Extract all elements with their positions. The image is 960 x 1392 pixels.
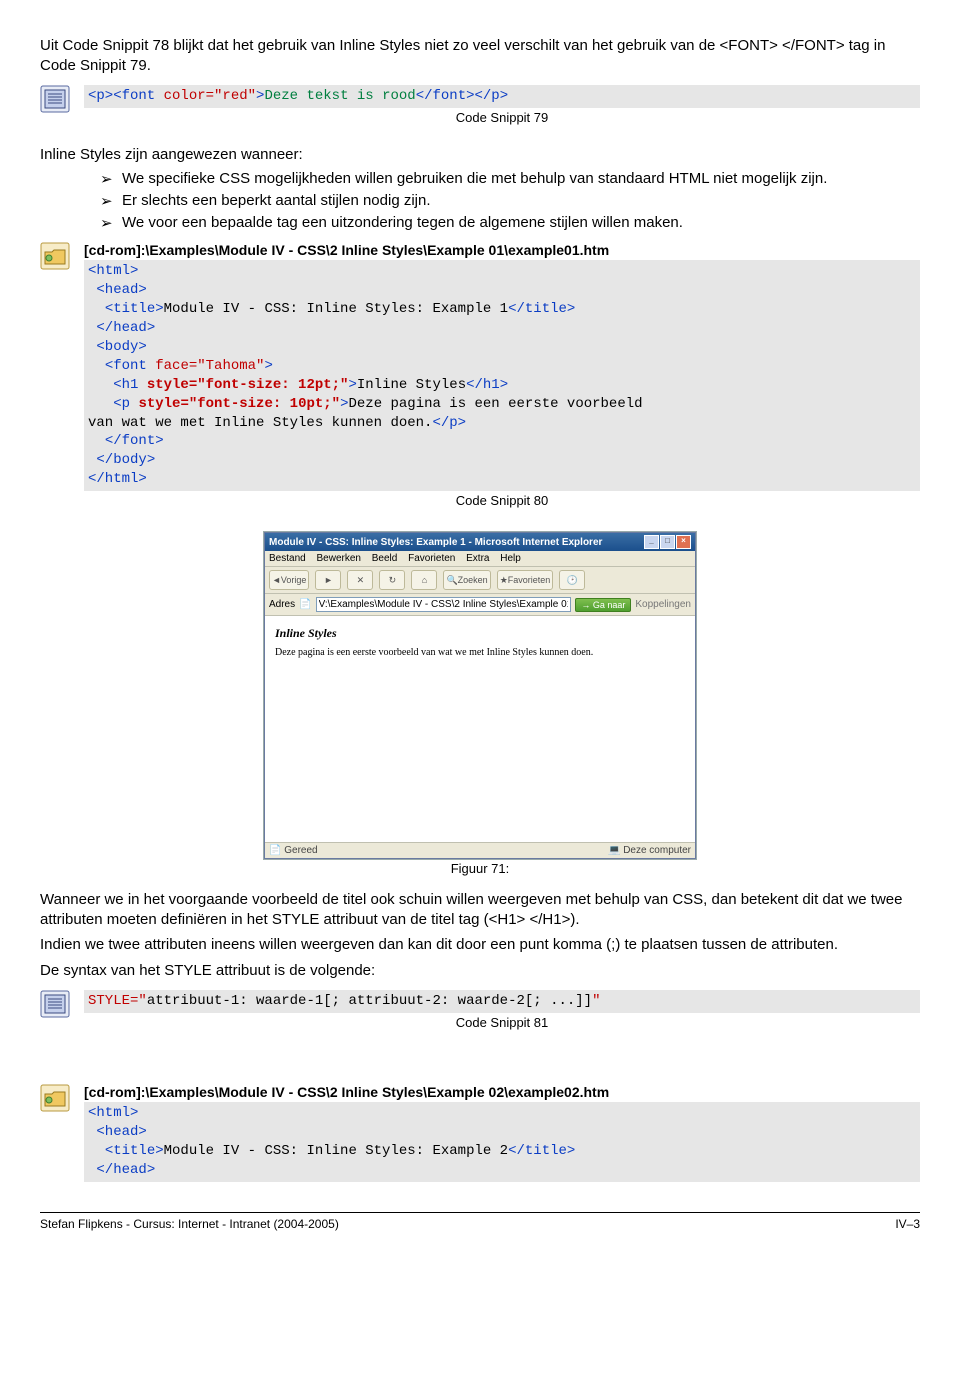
code-80-caption: Code Snippit 80 (84, 493, 920, 508)
go-button[interactable]: → Ga naar (575, 598, 631, 612)
favorites-button[interactable]: ★ Favorieten (497, 570, 554, 590)
close-icon[interactable]: × (676, 535, 691, 549)
status-left: 📄 Gereed (269, 845, 318, 856)
forward-button[interactable]: ► (315, 570, 341, 590)
maximize-icon[interactable]: □ (660, 535, 675, 549)
browser-window: Module IV - CSS: Inline Styles: Example … (264, 532, 696, 859)
example02-path: [cd-rom]:\Examples\Module IV - CSS\2 Inl… (84, 1084, 920, 1100)
minimize-icon[interactable]: _ (644, 535, 659, 549)
browser-titlebar: Module IV - CSS: Inline Styles: Example … (265, 533, 695, 551)
footer-right: IV–3 (895, 1217, 920, 1231)
menu-item[interactable]: Beeld (372, 553, 398, 564)
links-label[interactable]: Koppelingen (635, 599, 691, 610)
status-bar: 📄 Gereed 💻 Deze computer (265, 842, 695, 858)
search-button[interactable]: 🔍 Zoeken (443, 570, 490, 590)
history-button[interactable]: 🕑 (559, 570, 585, 590)
back-button[interactable]: ◄ Vorige (269, 570, 309, 590)
footer-left: Stefan Flipkens - Cursus: Internet - Int… (40, 1217, 339, 1231)
example01-path: [cd-rom]:\Examples\Module IV - CSS\2 Inl… (84, 242, 920, 258)
code-snippit-79: <p><font color="red">Deze tekst is rood<… (84, 85, 920, 108)
address-bar-row: Adres 📄 → Ga naar Koppelingen (265, 594, 695, 616)
menu-item[interactable]: Extra (466, 553, 489, 564)
paragraph-3: Wanneer we in het voorgaande voorbeeld d… (40, 890, 920, 929)
inline-styles-when: Inline Styles zijn aangewezen wanneer: (40, 145, 920, 165)
bullet-text: We specifieke CSS mogelijkheden willen g… (122, 170, 920, 188)
intro-paragraph: Uit Code Snippit 78 blijkt dat het gebru… (40, 36, 920, 75)
folder-icon (40, 242, 84, 270)
browser-title-text: Module IV - CSS: Inline Styles: Example … (269, 537, 602, 548)
page-footer: Stefan Flipkens - Cursus: Internet - Int… (40, 1212, 920, 1231)
refresh-button[interactable]: ↻ (379, 570, 405, 590)
paragraph-5: De syntax van het STYLE attribuut is de … (40, 961, 920, 981)
code-snippit-80: <html> <head> <title>Module IV - CSS: In… (84, 260, 920, 491)
stop-button[interactable]: ✕ (347, 570, 373, 590)
browser-menubar: Bestand Bewerken Beeld Favorieten Extra … (265, 551, 695, 567)
menu-item[interactable]: Favorieten (408, 553, 455, 564)
home-button[interactable]: ⌂ (411, 570, 437, 590)
code-example02: <html> <head> <title>Module IV - CSS: In… (84, 1102, 920, 1182)
file-icon: 📄 (299, 599, 311, 610)
code-icon (40, 990, 84, 1018)
menu-item[interactable]: Bestand (269, 553, 306, 564)
folder-icon (40, 1084, 84, 1112)
code-79-caption: Code Snippit 79 (84, 110, 920, 125)
bullet-icon: ➢ (100, 214, 122, 232)
status-right: 💻 Deze computer (608, 845, 691, 856)
menu-item[interactable]: Bewerken (316, 553, 360, 564)
bullet-icon: ➢ (100, 170, 122, 188)
menu-item[interactable]: Help (500, 553, 521, 564)
page-text: Deze pagina is een eerste voorbeeld van … (275, 647, 685, 658)
code-icon (40, 85, 84, 113)
bullet-text: Er slechts een beperkt aantal stijlen no… (122, 192, 920, 210)
figure-71-caption: Figuur 71: (40, 861, 920, 876)
bullet-list: ➢We specifieke CSS mogelijkheden willen … (100, 170, 920, 232)
bullet-text: We voor een bepaalde tag een uitzonderin… (122, 214, 920, 232)
code-snippit-81: STYLE="attribuut-1: waarde-1[; attribuut… (84, 990, 920, 1013)
code-81-caption: Code Snippit 81 (84, 1015, 920, 1030)
page-heading: Inline Styles (275, 626, 685, 641)
paragraph-4: Indien we twee attributen ineens willen … (40, 935, 920, 955)
address-label: Adres (269, 599, 295, 610)
browser-viewport: Inline Styles Deze pagina is een eerste … (265, 616, 695, 842)
address-input[interactable] (316, 597, 572, 612)
bullet-icon: ➢ (100, 192, 122, 210)
window-buttons: _□× (643, 535, 691, 549)
browser-toolbar: ◄ Vorige ► ✕ ↻ ⌂ 🔍 Zoeken ★ Favorieten 🕑 (265, 567, 695, 594)
